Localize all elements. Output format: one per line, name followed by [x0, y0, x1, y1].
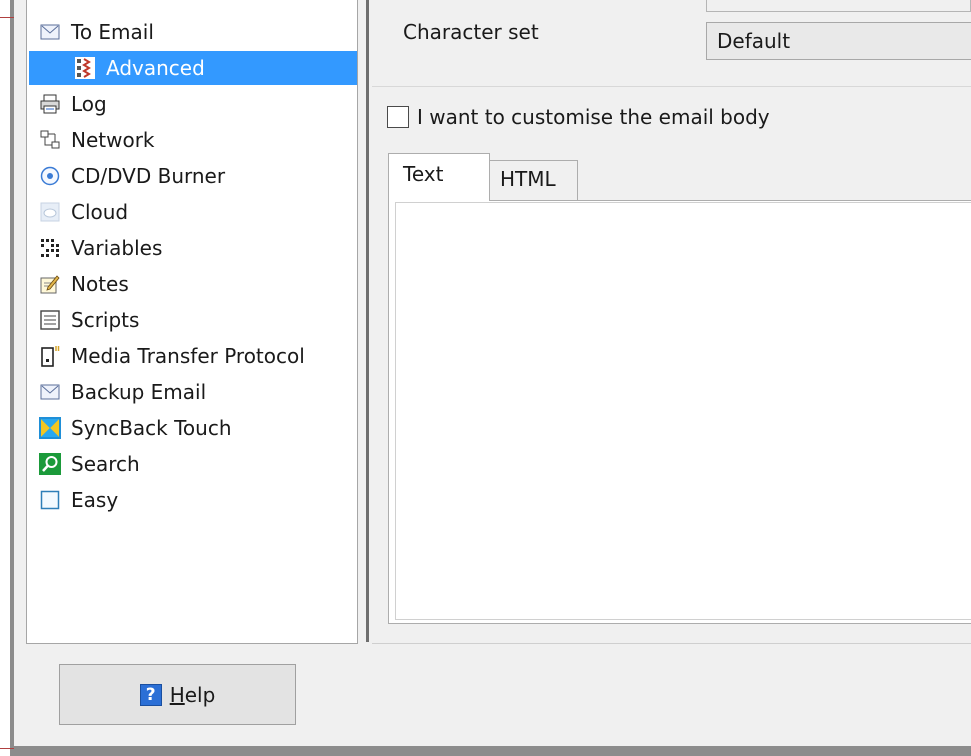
- syncback-touch-icon: [39, 417, 61, 439]
- tree-item-label: Scripts: [71, 308, 140, 332]
- tab-html[interactable]: HTML: [489, 160, 578, 201]
- tree-item-syncback-touch[interactable]: SyncBack Touch: [39, 411, 232, 445]
- tree-item-log[interactable]: Log: [39, 87, 107, 121]
- tree-item-label: Advanced: [106, 56, 205, 80]
- frame-accent-line: [0, 17, 14, 18]
- frame-accent-line: [0, 748, 14, 749]
- printer-log-icon: [39, 93, 61, 115]
- tree-item-label: SyncBack Touch: [71, 416, 232, 440]
- tree-item-search[interactable]: Search: [39, 447, 140, 481]
- envelope-icon: [39, 381, 61, 403]
- easy-square-icon: [39, 489, 61, 511]
- charset-label: Character set: [403, 20, 539, 44]
- help-button[interactable]: ? Help: [59, 664, 296, 725]
- help-button-label: Help: [169, 682, 216, 707]
- tree-item-label: Variables: [71, 236, 163, 260]
- customise-email-body-label: I want to customise the email body: [417, 105, 770, 129]
- tree-item-label: Search: [71, 452, 140, 476]
- tree-item-label: Easy: [71, 488, 119, 512]
- tree-item-cloud[interactable]: Cloud: [39, 195, 128, 229]
- tree-item-notes[interactable]: Notes: [39, 267, 129, 301]
- tree-item-label: CD/DVD Burner: [71, 164, 226, 188]
- customise-email-body-checkbox[interactable]: [387, 106, 409, 128]
- tree-item-label: Network: [71, 128, 155, 152]
- tree-item-media-transfer-protocol[interactable]: Media Transfer Protocol: [39, 339, 305, 373]
- tree-item-label: Media Transfer Protocol: [71, 344, 305, 368]
- charset-select[interactable]: Default: [706, 22, 971, 60]
- customise-email-body-option[interactable]: I want to customise the email body: [387, 105, 770, 129]
- tree-item-network[interactable]: Network: [39, 123, 155, 157]
- tree-item-scripts[interactable]: Scripts: [39, 303, 139, 337]
- network-icon: [39, 129, 61, 151]
- advanced-settings-icon: [74, 57, 96, 79]
- notes-pencil-icon: [39, 273, 61, 295]
- email-body-editor[interactable]: [395, 202, 971, 620]
- tree-item-advanced[interactable]: Advanced: [29, 51, 357, 85]
- cloud-icon: [39, 201, 61, 223]
- tree-item-to-email[interactable]: To Email: [39, 15, 154, 49]
- tree-item-backup-email[interactable]: Backup Email: [39, 375, 206, 409]
- settings-tree[interactable]: To Email Advanced Log Network CD/DVD Bur…: [26, 0, 358, 644]
- tree-item-variables[interactable]: Variables: [39, 231, 162, 265]
- tree-item-label: Log: [71, 92, 107, 116]
- panel-splitter[interactable]: [366, 0, 369, 642]
- device-icon: [39, 345, 61, 367]
- panel-bottom-divider: [372, 643, 971, 644]
- scripts-icon: [39, 309, 61, 331]
- tree-item-cd-dvd-burner[interactable]: CD/DVD Burner: [39, 159, 225, 193]
- variables-grid-icon: [39, 237, 61, 259]
- tree-item-label: Cloud: [71, 200, 129, 224]
- previous-field-edge: [706, 0, 971, 12]
- section-divider: [372, 86, 971, 87]
- tree-item-easy[interactable]: Easy: [39, 483, 118, 517]
- search-icon: [39, 453, 61, 475]
- disc-icon: [39, 165, 61, 187]
- tree-item-label: Notes: [71, 272, 129, 296]
- tab-text[interactable]: Text: [388, 153, 490, 201]
- tree-item-label: Backup Email: [71, 380, 207, 404]
- tree-item-label: To Email: [71, 20, 154, 44]
- question-icon: ?: [139, 683, 162, 706]
- envelope-icon: [39, 21, 61, 43]
